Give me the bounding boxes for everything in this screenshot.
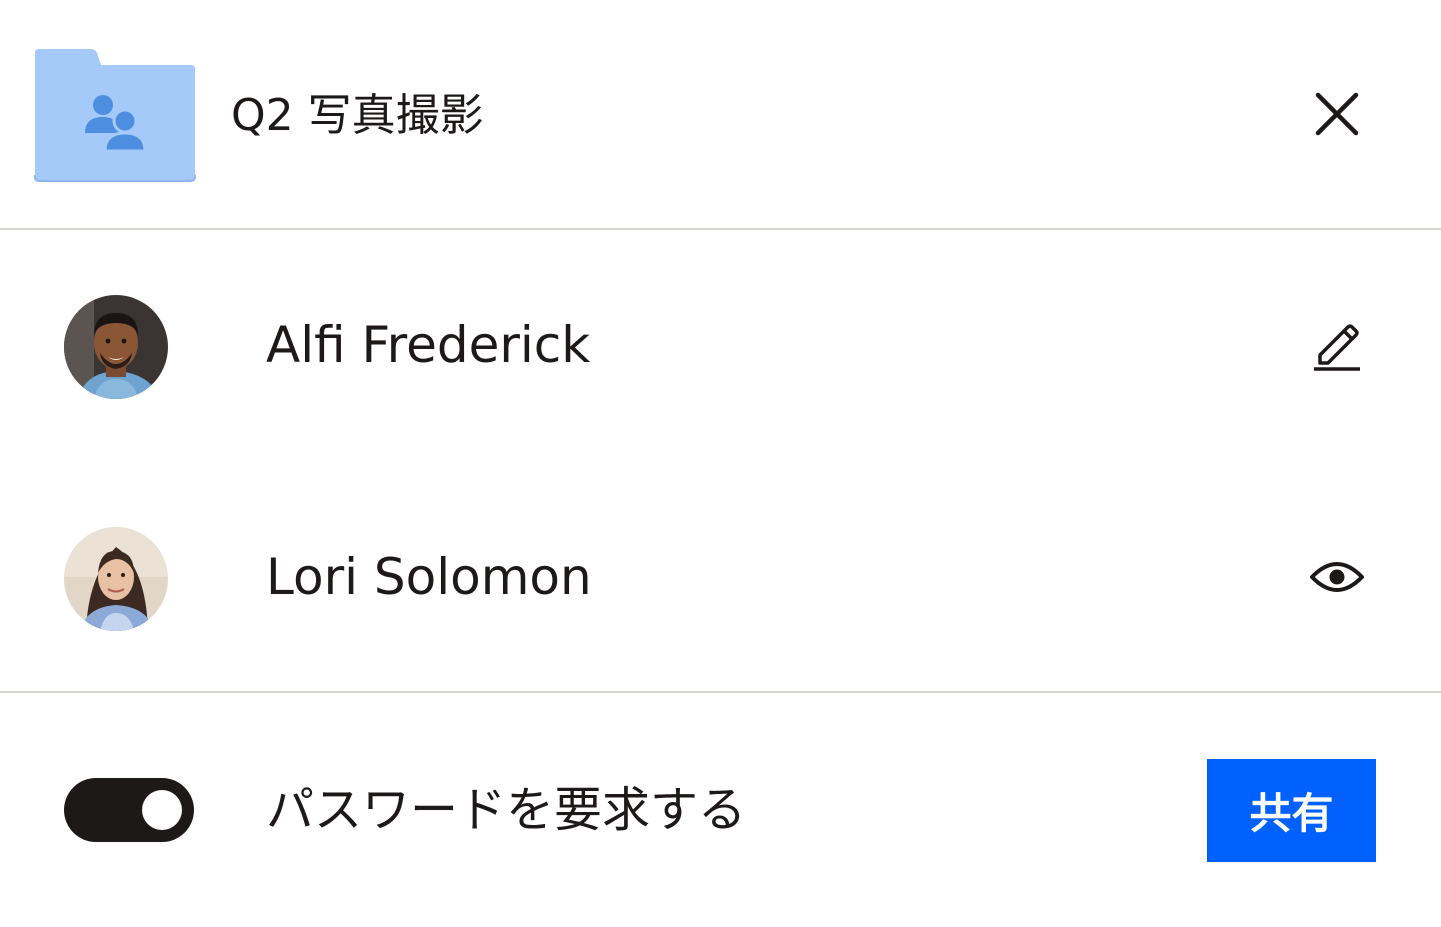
require-password-toggle[interactable]: [64, 778, 194, 842]
member-row: Lori Solomon: [0, 519, 1441, 639]
share-dialog-header: Q2 写真撮影: [0, 0, 1441, 229]
view-permission-button[interactable]: [1301, 543, 1373, 615]
header-divider: [0, 228, 1441, 230]
share-button[interactable]: 共有: [1207, 759, 1376, 862]
member-row: Alfi Frederick: [0, 287, 1441, 407]
avatar: [64, 295, 168, 399]
close-icon: [1315, 92, 1359, 140]
folder-title: Q2 写真撮影: [231, 90, 484, 141]
share-dialog-footer: パスワードを要求する 共有: [0, 693, 1441, 927]
member-name: Alfi Frederick: [266, 316, 591, 374]
pencil-icon: [1312, 319, 1362, 375]
require-password-label: パスワードを要求する: [266, 782, 747, 838]
shared-folder-icon: [33, 47, 197, 182]
avatar: [64, 527, 168, 631]
eye-icon: [1309, 557, 1365, 601]
member-name: Lori Solomon: [266, 548, 592, 606]
toggle-knob: [142, 790, 182, 830]
close-button[interactable]: [1301, 80, 1373, 152]
edit-permission-button[interactable]: [1301, 311, 1373, 383]
